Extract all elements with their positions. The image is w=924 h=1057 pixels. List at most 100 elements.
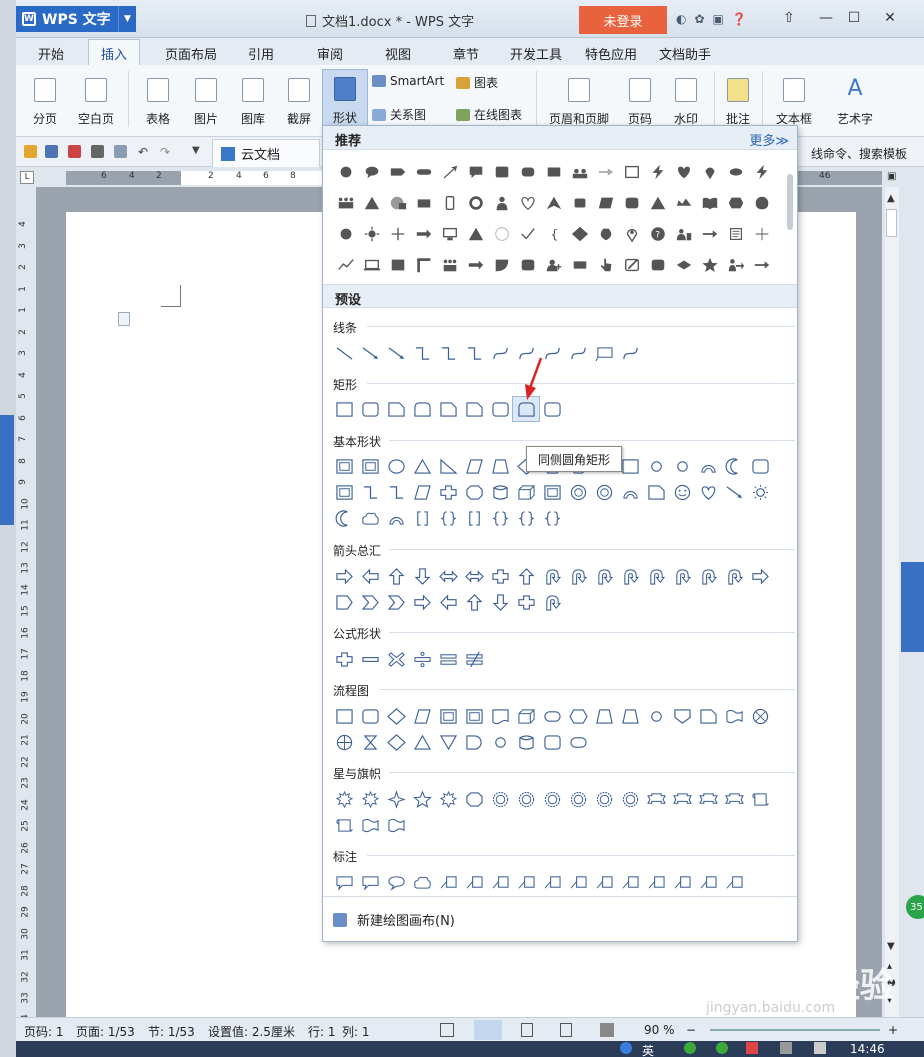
- frame-shape-icon[interactable]: [357, 454, 383, 478]
- tab-shape-icon[interactable]: [409, 397, 435, 421]
- linecall-shape-icon[interactable]: [565, 870, 591, 894]
- recommended-shape-icon[interactable]: [489, 254, 515, 276]
- hex-shape-icon[interactable]: [565, 704, 591, 728]
- circle-shape-icon[interactable]: [487, 730, 513, 754]
- uturn-shape-icon[interactable]: [721, 564, 747, 588]
- print-icon[interactable]: [91, 145, 104, 158]
- zoom-level[interactable]: 90 %: [644, 1023, 675, 1037]
- rrect-shape-icon[interactable]: [487, 397, 513, 421]
- recommended-shape-icon[interactable]: [567, 161, 593, 183]
- linecall-shape-icon[interactable]: [461, 870, 487, 894]
- recommended-shape-icon[interactable]: [463, 254, 489, 276]
- recommended-shape-icon[interactable]: [619, 192, 645, 214]
- arc-shape-icon[interactable]: [695, 454, 721, 478]
- tray-misc-icon[interactable]: [780, 1042, 792, 1054]
- recommended-shape-icon[interactable]: [515, 192, 541, 214]
- tab-references[interactable]: 引用: [248, 44, 274, 63]
- linecall-shape-icon[interactable]: [591, 870, 617, 894]
- tab-view[interactable]: 视图: [385, 44, 411, 63]
- brace-shape-icon[interactable]: [435, 506, 461, 530]
- recommended-shape-icon[interactable]: [749, 223, 775, 245]
- uturn-shape-icon[interactable]: [617, 564, 643, 588]
- para-shape-icon[interactable]: [409, 704, 435, 728]
- recommended-shape-icon[interactable]: [749, 254, 775, 276]
- linecall-shape-icon[interactable]: [695, 870, 721, 894]
- recommended-shape-icon[interactable]: [463, 161, 489, 183]
- para-shape-icon[interactable]: [409, 480, 435, 504]
- ribbon-shape-icon[interactable]: [721, 787, 747, 811]
- wave-shape-icon[interactable]: [721, 704, 747, 728]
- table-button[interactable]: 表格: [138, 69, 178, 127]
- rarrow-shape-icon[interactable]: [409, 590, 435, 614]
- shapes-button[interactable]: 形状: [322, 69, 368, 127]
- linecall-shape-icon[interactable]: [643, 870, 669, 894]
- cloud-shape-icon[interactable]: [357, 506, 383, 530]
- bracket-shape-icon[interactable]: [461, 506, 487, 530]
- uturn-shape-icon[interactable]: [669, 564, 695, 588]
- uturn-shape-icon[interactable]: [591, 564, 617, 588]
- network-icon[interactable]: [620, 1042, 632, 1054]
- curve-shape-icon[interactable]: [487, 341, 513, 365]
- wave-shape-icon[interactable]: [357, 813, 383, 837]
- elbow-shape-icon[interactable]: [409, 341, 435, 365]
- linecall-shape-icon[interactable]: [487, 870, 513, 894]
- recommended-shape-icon[interactable]: [749, 161, 775, 183]
- pdf-icon[interactable]: [68, 145, 81, 158]
- tab-insert[interactable]: 插入: [88, 39, 141, 66]
- pill-shape-icon[interactable]: [565, 730, 591, 754]
- hourglass-shape-icon[interactable]: [357, 730, 383, 754]
- vtri-shape-icon[interactable]: [435, 730, 461, 754]
- star4-shape-icon[interactable]: [383, 787, 409, 811]
- recommended-shape-icon[interactable]: [385, 223, 411, 245]
- undo-icon[interactable]: ↶: [138, 145, 151, 159]
- snip-shape-icon[interactable]: [461, 397, 487, 421]
- recommended-shape-icon[interactable]: [463, 192, 489, 214]
- recommended-shape-icon[interactable]: [593, 161, 619, 183]
- elbow-shape-icon[interactable]: [435, 341, 461, 365]
- side-panel-toggle[interactable]: [901, 562, 924, 652]
- comment-button[interactable]: 批注: [720, 69, 756, 127]
- tray-chat-icon[interactable]: [716, 1042, 728, 1054]
- larrow-shape-icon[interactable]: [357, 564, 383, 588]
- panel-scroll-thumb[interactable]: [787, 174, 793, 230]
- rrect-shape-icon[interactable]: [357, 397, 383, 421]
- elbow-shape-icon[interactable]: [357, 480, 383, 504]
- picture-button[interactable]: 图片: [186, 69, 226, 127]
- divide-shape-icon[interactable]: [409, 647, 435, 671]
- ime-indicator[interactable]: 英: [642, 1042, 654, 1057]
- seal-shape-icon[interactable]: [513, 787, 539, 811]
- tab-chapter[interactable]: 章节: [453, 44, 479, 63]
- burst-shape-icon[interactable]: [435, 787, 461, 811]
- trap-shape-icon[interactable]: [591, 704, 617, 728]
- equal-shape-icon[interactable]: [435, 647, 461, 671]
- chevron-shape-icon[interactable]: [357, 590, 383, 614]
- recommended-shape-icon[interactable]: [593, 254, 619, 276]
- web-view-icon[interactable]: [560, 1023, 572, 1037]
- can-shape-icon[interactable]: [513, 730, 539, 754]
- settings-icon[interactable]: ✿: [694, 12, 704, 26]
- smile-shape-icon[interactable]: [669, 480, 695, 504]
- recommended-shape-icon[interactable]: [411, 223, 437, 245]
- linecall-shape-icon[interactable]: [617, 870, 643, 894]
- recommended-shape-icon[interactable]: [645, 192, 671, 214]
- recommended-shape-icon[interactable]: [333, 192, 359, 214]
- online-chart-button[interactable]: 在线图表: [456, 106, 522, 123]
- recommended-shape-icon[interactable]: [333, 223, 359, 245]
- recommended-shape-icon[interactable]: [567, 192, 593, 214]
- help-icon[interactable]: ❓: [732, 12, 747, 26]
- uturn-shape-icon[interactable]: [539, 564, 565, 588]
- recommended-shape-icon[interactable]: [411, 254, 437, 276]
- more-button[interactable]: 更多≫: [749, 130, 789, 149]
- recommended-shape-icon[interactable]: [619, 223, 645, 245]
- tab-home[interactable]: 开始: [38, 44, 64, 63]
- rarrow-shape-icon[interactable]: [747, 564, 773, 588]
- pentagon-shape-icon[interactable]: [331, 590, 357, 614]
- xcircle-shape-icon[interactable]: [747, 704, 773, 728]
- chevron-shape-icon[interactable]: [383, 590, 409, 614]
- command-search-hint[interactable]: 线命令、搜索模板: [811, 145, 907, 162]
- seal-shape-icon[interactable]: [487, 787, 513, 811]
- larrow-shape-icon[interactable]: [435, 590, 461, 614]
- seal-shape-icon[interactable]: [617, 787, 643, 811]
- callout-shape-icon[interactable]: [331, 870, 357, 894]
- notequal-shape-icon[interactable]: [461, 647, 487, 671]
